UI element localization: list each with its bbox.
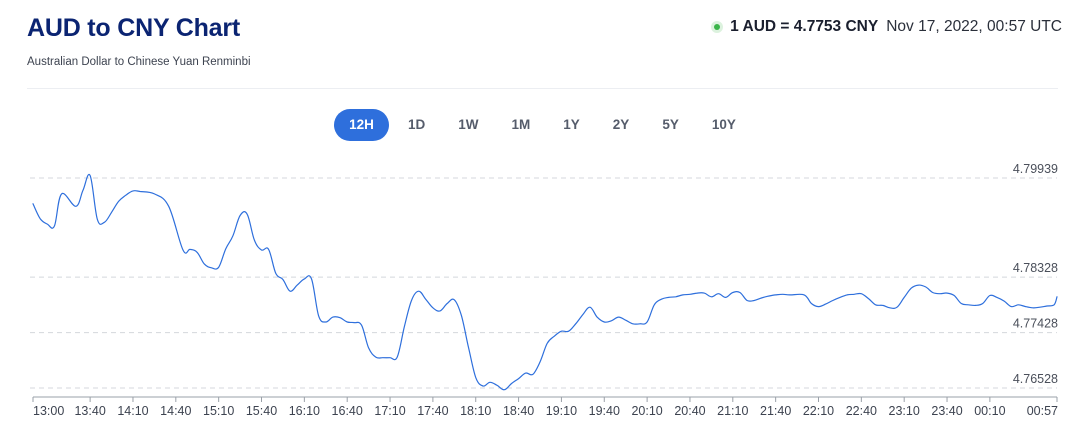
- series-line-layer: [32, 173, 1058, 391]
- tab-1w[interactable]: 1W: [444, 109, 492, 141]
- tab-5y[interactable]: 5Y: [648, 109, 693, 141]
- x-tick-label: 00:57: [1027, 404, 1058, 418]
- rate-value: 1 AUD = 4.7753 CNY: [730, 18, 879, 35]
- time-range-tabs: 12H 1D 1W 1M 1Y 2Y 5Y 10Y: [334, 109, 755, 141]
- x-tick-label: 19:40: [589, 404, 620, 418]
- x-tick-label: 14:40: [160, 404, 191, 418]
- x-tick-label: 16:40: [332, 404, 363, 418]
- y-tick-label: 4.77428: [1013, 317, 1058, 331]
- tab-1y[interactable]: 1Y: [549, 109, 594, 141]
- x-tick-label: 23:10: [889, 404, 920, 418]
- tab-10y[interactable]: 10Y: [698, 109, 750, 141]
- y-tick-label: 4.78328: [1013, 261, 1058, 275]
- live-status-icon: [714, 24, 721, 30]
- page-subtitle: Australian Dollar to Chinese Yuan Renmin…: [27, 56, 251, 68]
- x-tick-label: 21:40: [760, 404, 791, 418]
- x-tick-label: 20:40: [674, 404, 705, 418]
- x-tick-label: 21:10: [717, 404, 748, 418]
- page-title: AUD to CNY Chart: [27, 14, 241, 42]
- y-tick-labels: 4.79939 4.78328 4.77428 4.76528: [1013, 162, 1058, 386]
- current-rate: 1 AUD = 4.7753 CNY Nov 17, 2022, 00:57 U…: [714, 18, 1062, 36]
- x-tick-label: 18:10: [460, 404, 491, 418]
- x-axis: 13:00 13:40 14:10 14:40 15:10 15:40 16:10 16:40…: [32, 396, 1058, 418]
- tab-1d[interactable]: 1D: [394, 109, 439, 141]
- x-tick-label: 15:40: [246, 404, 277, 418]
- y-gridlines: [30, 177, 1057, 389]
- x-tick-label: 00:10: [974, 404, 1005, 418]
- rate-timestamp: Nov 17, 2022, 00:57 UTC: [886, 18, 1062, 35]
- x-tick-label: 14:10: [117, 404, 148, 418]
- x-tick-label: 13:40: [74, 404, 105, 418]
- header-divider: [27, 88, 1058, 89]
- x-tick-label: 23:40: [931, 404, 962, 418]
- tab-1m[interactable]: 1M: [498, 109, 545, 141]
- tab-2y[interactable]: 2Y: [599, 109, 644, 141]
- series-line: [32, 173, 1058, 391]
- x-tick-label: 18:40: [503, 404, 534, 418]
- y-tick-label: 4.76528: [1013, 372, 1058, 386]
- x-tick-label: 17:40: [417, 404, 448, 418]
- tab-12h[interactable]: 12H: [334, 109, 389, 141]
- x-tick-label: 17:10: [374, 404, 405, 418]
- y-tick-label: 4.79939: [1013, 162, 1058, 176]
- x-tick-label: 22:10: [803, 404, 834, 418]
- x-tick-label: 13:00: [33, 404, 64, 418]
- x-tick-label: 22:40: [846, 404, 877, 418]
- x-tick-label: 20:10: [631, 404, 662, 418]
- x-tick-label: 19:10: [546, 404, 577, 418]
- x-tick-label: 16:10: [289, 404, 320, 418]
- chart-page: 4.79939 4.78328 4.77428 4.76528 13:00 13:40 1…: [0, 0, 1080, 441]
- x-tick-label: 15:10: [203, 404, 234, 418]
